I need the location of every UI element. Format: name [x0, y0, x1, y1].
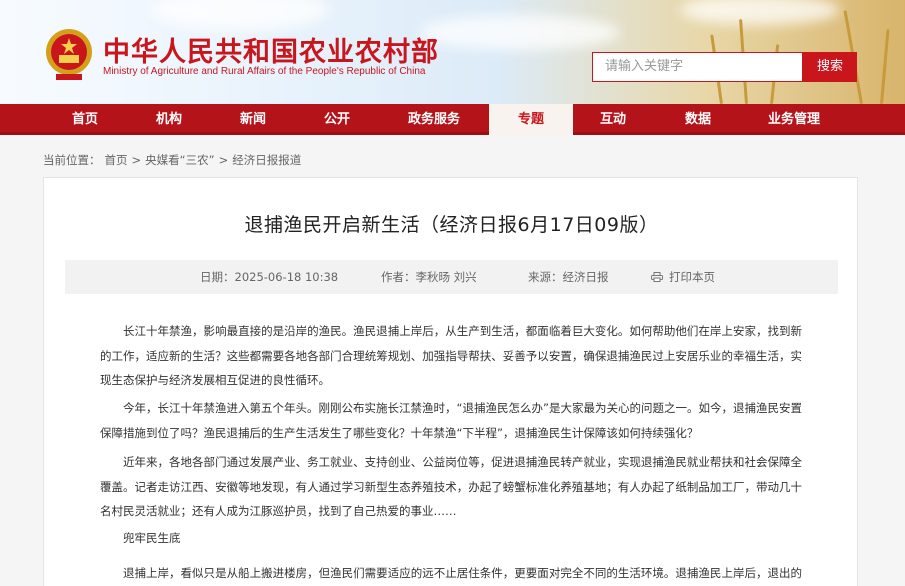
nav-item-government-services[interactable]: 政务服务	[396, 104, 472, 135]
site-subtitle: Ministry of Agriculture and Rural Affair…	[103, 66, 426, 77]
nav-item-news[interactable]: 新闻	[224, 104, 282, 135]
article-subheading: 兜牢民生底	[123, 531, 181, 545]
article-date: 日期：2025-06-18 10:38	[200, 270, 339, 284]
breadcrumb: 当前位置： 首页 > 央媒看“三农” > 经济日报报道	[43, 152, 305, 168]
nav-item-business-management[interactable]: 业务管理	[756, 104, 832, 135]
header-cloud	[150, 0, 330, 30]
article-author: 作者：李秋旸 刘兴	[381, 270, 477, 284]
nav-item-public[interactable]: 公开	[308, 104, 366, 135]
breadcrumb-link-home[interactable]: 首页	[105, 153, 128, 167]
header-cloud	[420, 15, 620, 50]
article-source: 来源：经济日报	[528, 270, 609, 284]
search-input[interactable]: 请输入关键字	[592, 52, 803, 82]
main-nav: 首页 机构 新闻 公开 政务服务 专题 互动 数据 业务管理	[0, 104, 905, 135]
article-meta-bar: 日期：2025-06-18 10:38 作者：李秋旸 刘兴 来源：经济日报 打印…	[65, 260, 838, 294]
print-button[interactable]: 打印本页	[651, 260, 715, 294]
header-cloud	[680, 0, 840, 25]
search-button[interactable]: 搜索	[803, 52, 857, 82]
breadcrumb-separator: >	[131, 153, 142, 167]
nav-item-topics[interactable]: 专题	[489, 104, 573, 135]
article-paragraph: 近年来，各地各部门通过发展产业、务工就业、支持创业、公益岗位等，促进退捕渔民转产…	[100, 455, 802, 518]
article-card: 退捕渔民开启新生活（经济日报6月17日09版） 日期：2025-06-18 10…	[43, 177, 858, 586]
nav-item-institutions[interactable]: 机构	[140, 104, 198, 135]
article-paragraph: 今年，长江十年禁渔进入第五个年头。刚刚公布实施长江禁渔时，“退捕渔民怎么办”是大…	[100, 401, 802, 440]
national-emblem-icon	[46, 29, 92, 80]
article-title: 退捕渔民开启新生活（经济日报6月17日09版）	[244, 214, 659, 236]
site-header: 中华人民共和国农业农村部 Ministry of Agriculture and…	[0, 0, 905, 104]
printer-icon	[651, 272, 663, 282]
wheat-stalk	[880, 29, 890, 104]
breadcrumb-prefix: 当前位置：	[43, 153, 101, 167]
article-paragraph: 退捕上岸，看似只是从船上搬进楼房，但渔民们需要适应的远不止居住条件，更要面对完全…	[123, 566, 802, 580]
nav-item-data[interactable]: 数据	[669, 104, 727, 135]
breadcrumb-separator: >	[218, 153, 229, 167]
site-title[interactable]: 中华人民共和国农业农村部	[103, 30, 439, 69]
article-paragraph: 长江十年禁渔，影响最直接的是沿岸的渔民。渔民退捕上岸后，从生产到生活，都面临着巨…	[100, 324, 802, 387]
nav-item-home[interactable]: 首页	[56, 104, 114, 135]
breadcrumb-link-current[interactable]: 经济日报报道	[232, 153, 301, 167]
print-label: 打印本页	[669, 270, 715, 284]
nav-item-interaction[interactable]: 互动	[584, 104, 642, 135]
breadcrumb-link-media[interactable]: 央媒看“三农”	[145, 153, 214, 167]
